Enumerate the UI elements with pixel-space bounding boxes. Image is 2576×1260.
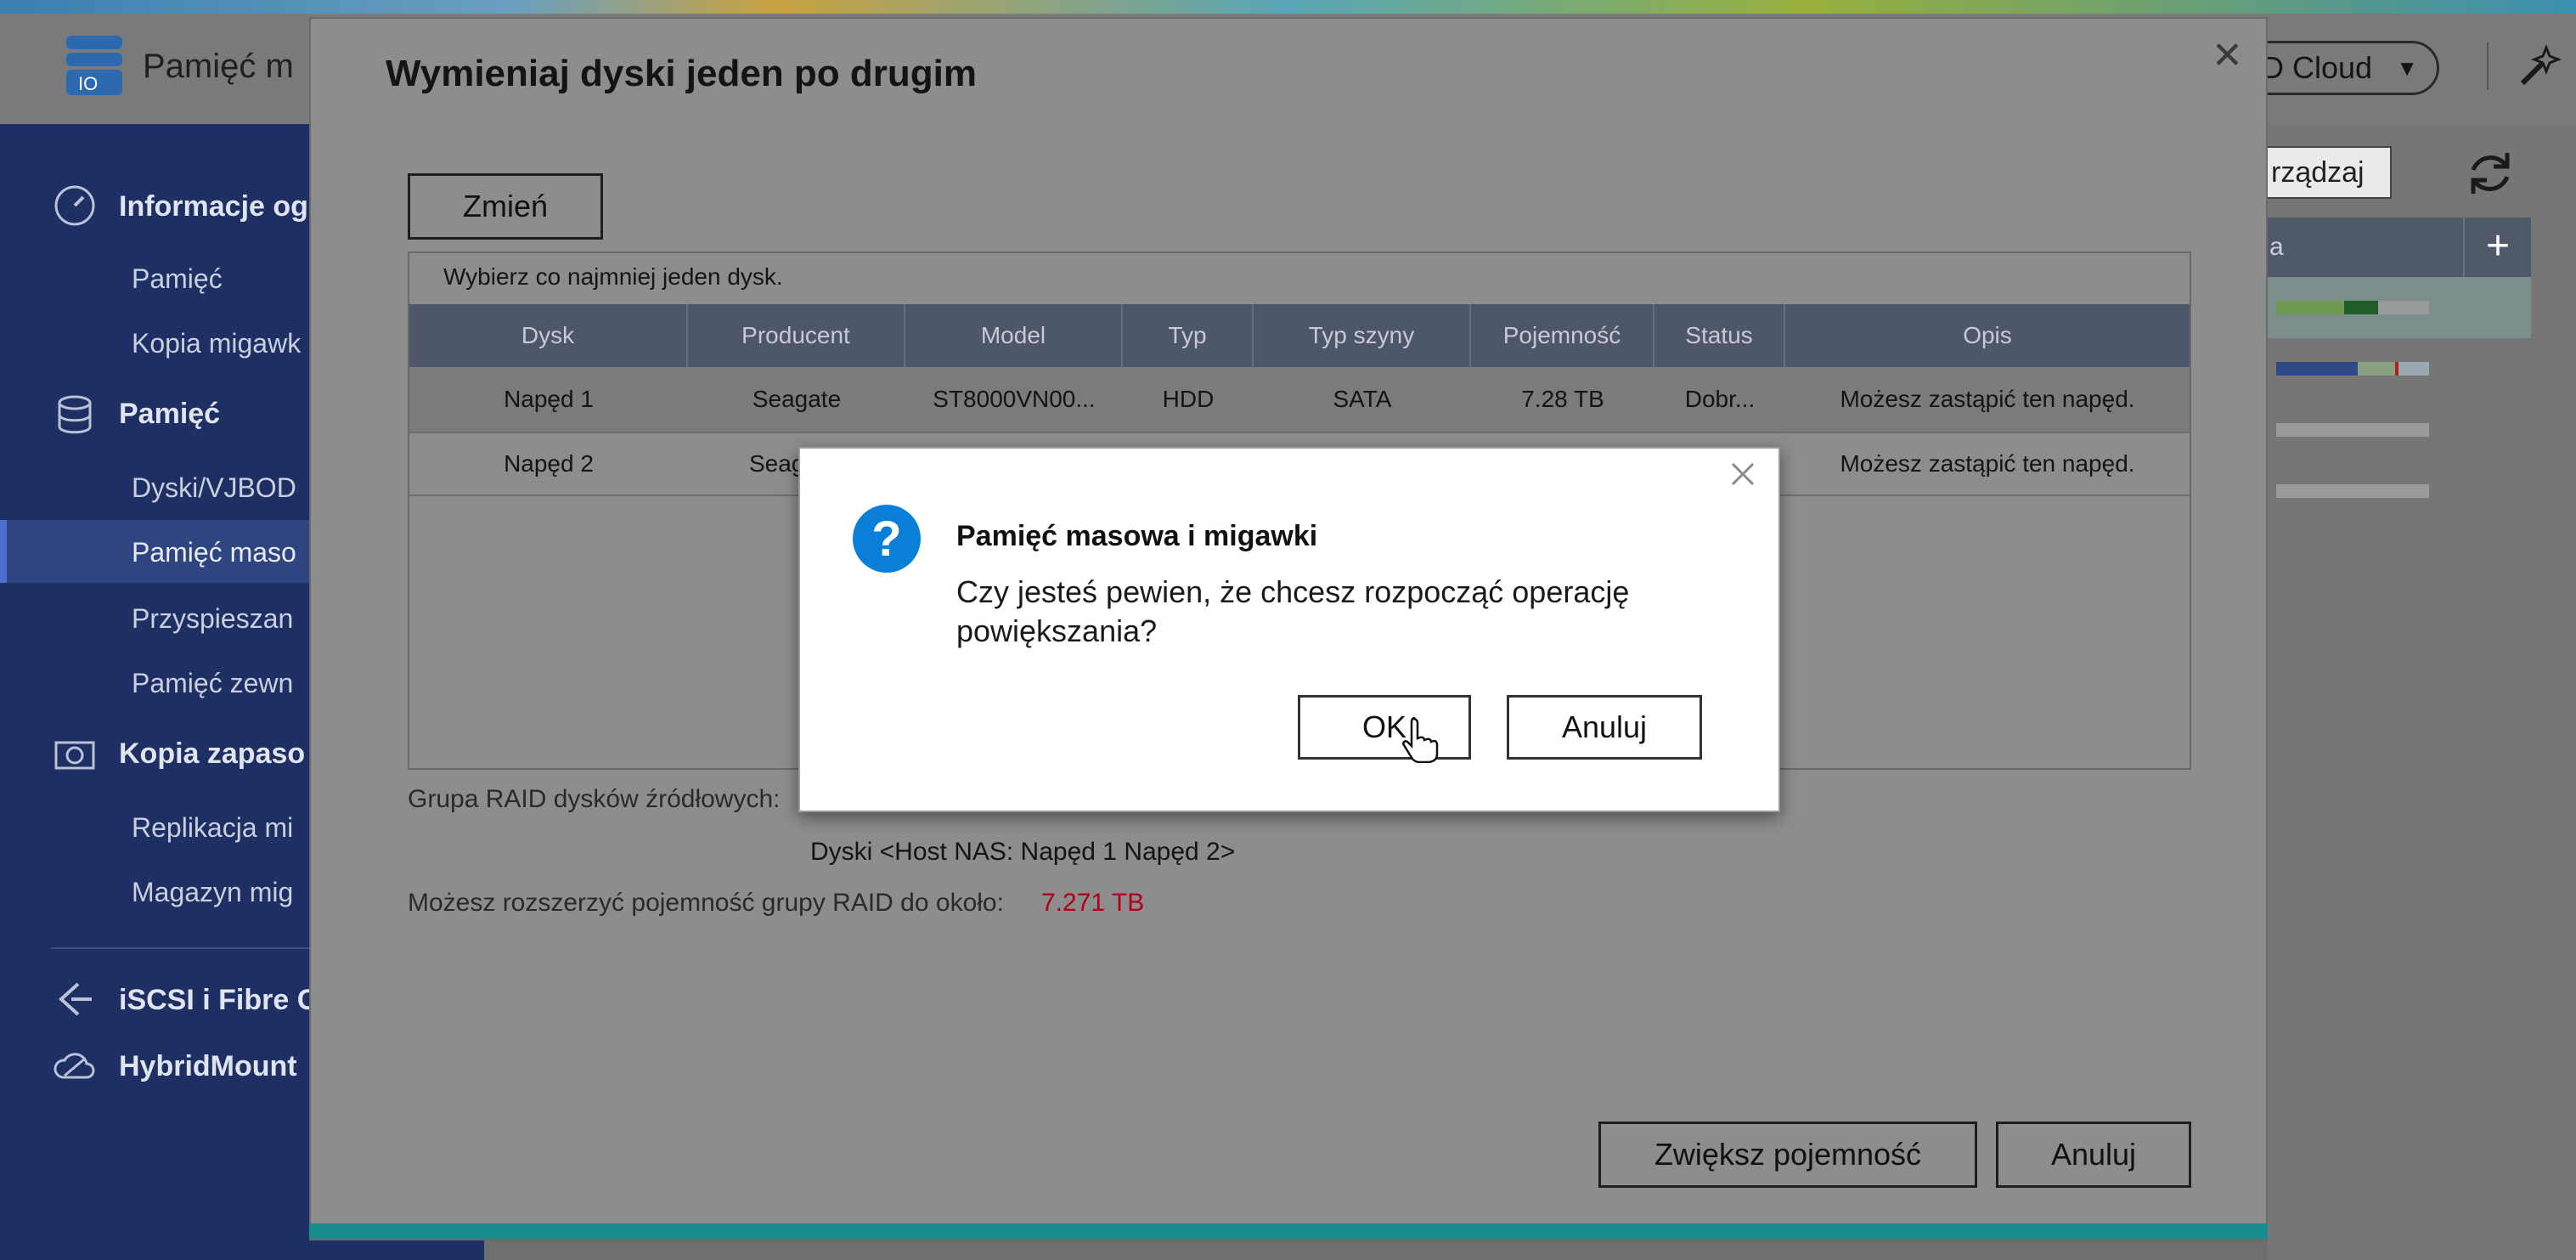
header-divider <box>2487 42 2489 90</box>
usage-bar <box>2276 423 2429 437</box>
cloud-mount-icon <box>54 1053 95 1079</box>
app-title: Pamięć m <box>143 48 294 85</box>
database-icon <box>58 395 92 434</box>
refresh-icon[interactable] <box>2463 146 2517 201</box>
column-header-vendor[interactable]: Producent <box>688 304 905 367</box>
usage-bar-segment <box>2344 301 2378 314</box>
expand-capacity-label: Możesz rozszerzyć pojemność grupy RAID d… <box>408 889 1004 917</box>
column-header-bus-type[interactable]: Typ szyny <box>1254 304 1471 367</box>
add-button[interactable]: + <box>2463 218 2531 277</box>
dialog-title: Pamięć masowa i migawki <box>956 520 1318 552</box>
usage-bar-segment <box>2398 362 2429 376</box>
iscsi-icon <box>59 982 92 1016</box>
column-header-disk[interactable]: Dysk <box>409 304 688 367</box>
svg-text:IO: IO <box>78 73 98 94</box>
modal-bottom-accent <box>309 1223 2268 1239</box>
magic-tools-icon[interactable] <box>2514 41 2565 92</box>
cell-type: HDD <box>1162 386 1215 412</box>
raid-group-disks: Dyski <Host NAS: Napęd 1 Napęd 2> <box>810 838 1236 866</box>
column-header-capacity[interactable]: Pojemność <box>1471 304 1654 367</box>
svg-text:?: ? <box>871 511 901 567</box>
sidebar-item-disks-vjbod[interactable]: Dyski/VJBOD <box>132 472 296 504</box>
usage-bar-segment <box>2358 362 2395 376</box>
storage-app-icon: IO <box>66 36 122 95</box>
modal-cancel-button[interactable]: Anuluj <box>1996 1122 2191 1188</box>
column-header-model[interactable]: Model <box>905 304 1123 367</box>
usage-bar <box>2276 484 2429 498</box>
dialog-message: Czy jesteś pewien, że chcesz rozpocząć o… <box>956 574 1630 648</box>
sidebar-item-storage-snapshots[interactable]: Pamięć maso <box>132 537 296 568</box>
raid-group-label: Grupa RAID dysków źródłowych: <box>408 785 781 813</box>
sidebar-item-snapshot-vault[interactable]: Magazyn mig <box>132 877 293 908</box>
modal-close-icon[interactable]: ✕ <box>2212 34 2243 77</box>
camera-icon <box>54 741 95 770</box>
sidebar-item-external-storage[interactable]: Pamięć zewn <box>132 668 293 699</box>
sidebar-section-overview[interactable]: Informacje og <box>119 190 308 223</box>
cell-disk: Napęd 2 <box>504 450 594 477</box>
dialog-cancel-button[interactable]: Anuluj <box>1507 695 1702 760</box>
change-button[interactable]: Zmień <box>408 173 603 240</box>
column-header-description[interactable]: Opis <box>1785 304 2190 367</box>
cell-description: Możesz zastąpić ten napęd. <box>1840 386 2135 412</box>
sidebar-section-backup[interactable]: Kopia zapaso <box>119 737 305 771</box>
ok-button[interactable]: OK <box>1298 695 1471 760</box>
hand-cursor-icon <box>1402 716 1439 763</box>
sidebar-section-iscsi[interactable]: iSCSI i Fibre C <box>119 984 318 1017</box>
top-color-strip <box>0 0 2576 14</box>
sidebar-section-hybridmount[interactable]: HybridMount <box>119 1050 297 1083</box>
modal-title: Wymieniaj dyski jeden po drugim <box>386 53 978 94</box>
sidebar-item-storage[interactable]: Pamięć <box>132 263 223 295</box>
usage-bar-segment <box>2276 362 2358 376</box>
chevron-down-icon: ▼ <box>2396 55 2418 81</box>
increase-capacity-button[interactable]: Zwiększ pojemność <box>1598 1122 1977 1188</box>
cell-capacity: 7.28 TB <box>1521 386 1604 412</box>
table-hint: Wybierz co najmniej jeden dysk. <box>443 263 783 290</box>
usage-bar-segment <box>2276 301 2344 314</box>
sidebar-item-acceleration[interactable]: Przyspieszan <box>132 603 293 635</box>
column-header-status[interactable]: Status <box>1654 304 1785 367</box>
expand-capacity-value: 7.271 TB <box>1041 889 1145 917</box>
sidebar-item-replication[interactable]: Replikacja mi <box>132 812 293 844</box>
sidebar-section-storage[interactable]: Pamięć <box>119 398 220 431</box>
question-icon: ? <box>853 505 921 573</box>
cell-disk: Napęd 1 <box>504 386 594 412</box>
gauge-icon <box>54 185 95 226</box>
dialog-close-icon[interactable] <box>1728 459 1758 489</box>
cell-vendor: Seagate <box>752 386 842 412</box>
sidebar-item-snapshot-backup[interactable]: Kopia migawk <box>132 328 301 359</box>
cell-description: Możesz zastąpić ten napęd. <box>1840 450 2135 477</box>
cell-status: Dobr... <box>1684 386 1756 412</box>
cell-model: ST8000VN00... <box>933 386 1096 412</box>
usage-bar-segment <box>2378 301 2429 314</box>
cell-bus-type: SATA <box>1333 386 1392 412</box>
column-header-type[interactable]: Typ <box>1123 304 1254 367</box>
